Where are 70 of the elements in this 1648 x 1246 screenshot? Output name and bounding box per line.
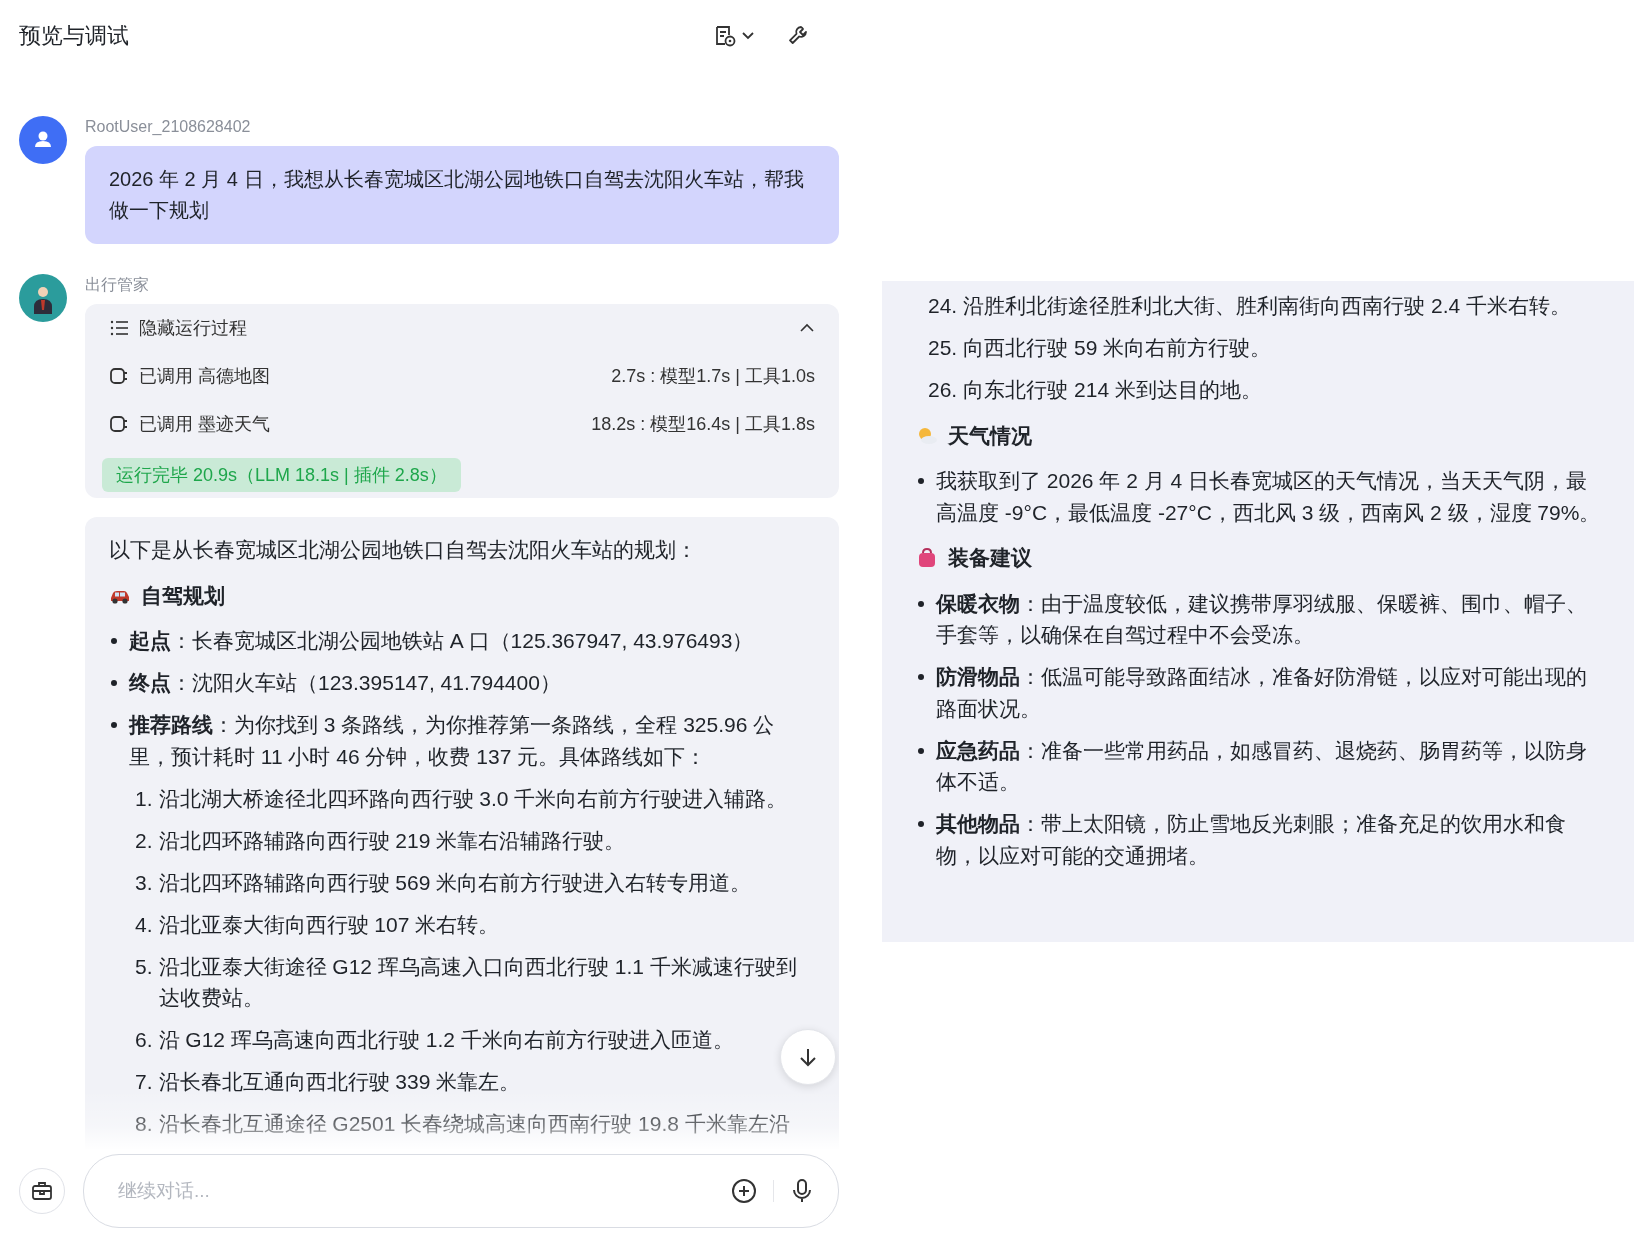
plug-icon — [109, 414, 129, 434]
bullet-dot — [918, 478, 924, 484]
step-text: 沿北四环路辅路向西行驶 219 米靠右沿辅路行驶。 — [158, 827, 626, 854]
chevron-up-icon[interactable] — [799, 322, 815, 334]
step-text: 向西北行驶 59 米向右前方行驶。 — [963, 335, 1272, 361]
process-toggle[interactable]: 隐藏运行过程 — [109, 316, 789, 340]
add-button[interactable] — [731, 1178, 757, 1204]
step-text: 沿北亚泰大街途径 G12 珲乌高速入口向西北行驶 1.1 千米减速行驶到达收费站。 — [158, 953, 798, 1011]
step-text: 沿北湖大桥途径北四环路向西行驶 3.0 千米向右前方行驶进入辅路。 — [158, 785, 788, 812]
run-summary: 运行完毕 20.9s（LLM 18.1s | 插件 2.8s） — [102, 458, 461, 492]
microphone-button[interactable] — [790, 1178, 814, 1204]
bullet-dot — [918, 747, 924, 754]
list-icon — [109, 318, 129, 338]
step-number: 7. — [135, 1069, 153, 1095]
arrow-down-icon — [797, 1046, 819, 1068]
step-number: 25. — [928, 335, 958, 361]
tool-call-timing: 2.7s : 模型1.7s | 工具1.0s — [611, 365, 815, 388]
section-heading: 装备建议 — [948, 545, 1032, 571]
step-text: 沿 G12 珲乌高速向西北行驶 1.2 千米向右前方行驶进入匝道。 — [158, 1027, 734, 1053]
microphone-icon — [790, 1178, 814, 1204]
bullet-text: 其他物品：带上太阳镜，防止雪地反光刺眼；准备充足的饮用水和食物，以应对可能的交通拥堵。 — [936, 811, 1567, 869]
sun-cloud-icon — [916, 425, 938, 446]
page-title: 预览与调试 — [19, 22, 129, 50]
step-text: 沿长春北互通向西北行驶 339 米靠左。 — [158, 1069, 521, 1095]
plug-icon — [109, 366, 129, 386]
step-text: 沿胜利北街途径胜利北大街、胜利南街向西南行驶 2.4 千米右转。 — [963, 293, 1572, 319]
bullet-text: 防滑物品：低温可能导致路面结冰，准备好防滑链，以应对可能出现的路面状况。 — [936, 664, 1588, 722]
form-gear-icon — [713, 24, 737, 48]
bullet-dot — [918, 821, 924, 827]
toolbox-icon — [30, 1179, 54, 1203]
section-heading: 自驾规划 — [141, 582, 225, 609]
intro-text: 以下是从长春宽城区北湖公园地铁口自驾去沈阳火车站的规划： — [109, 537, 698, 563]
message-input[interactable]: 继续对话... — [116, 1179, 715, 1203]
user-name: RootUser_2108628402 — [85, 117, 251, 137]
bullet-text: 终点：沈阳火车站（123.395147, 41.794400） — [129, 670, 561, 696]
step-number: 6. — [135, 1027, 153, 1053]
step-text: 向东北行驶 214 米到达目的地。 — [963, 377, 1262, 403]
step-number: 8. — [135, 1111, 153, 1137]
bullet-text: 应急药品：准备一些常用药品，如感冒药、退烧药、肠胃药等，以防身体不适。 — [936, 737, 1588, 795]
composer-field[interactable]: 继续对话... — [83, 1154, 839, 1228]
bullet-text: 我获取到了 2026 年 2 月 4 日长春宽城区的天气情况，当天天气阴，最高温度 -9°C，最低温度 -27°C，西北风 3 级，西南风 2 级，湿度 79%。 — [936, 468, 1602, 526]
bullet-text: 保暖衣物：由于温度较低，建议携带厚羽绒服、保暖裤、围巾、帽子、手套等，以确保在自驾过程中不会受冻。 — [936, 590, 1588, 648]
bot-avatar — [19, 274, 67, 322]
backpack-icon — [916, 547, 938, 569]
step-text: 沿北亚泰大街向西行驶 107 米右转。 — [158, 911, 500, 938]
user-message: 2026 年 2 月 4 日，我想从长春宽城区北湖公园地铁口自驾去沈阳火车站，帮我做一下规划 — [85, 146, 839, 244]
tool-call-timing: 18.2s : 模型16.4s | 工具1.8s — [591, 413, 815, 436]
bullet-dot — [918, 674, 924, 680]
tool-call-label: 已调用 高德地图 — [139, 365, 271, 388]
section-heading: 天气情况 — [948, 422, 1032, 449]
step-number: 1. — [135, 785, 153, 812]
toolbox-button[interactable] — [19, 1168, 65, 1214]
bullet-dot — [111, 722, 117, 728]
bot-name: 出行管家 — [85, 275, 149, 295]
step-text: 沿长春北互通途径 G2501 长春绕城高速向西南行驶 19.8 千米靠左沿 — [158, 1111, 790, 1137]
step-number: 26. — [928, 377, 958, 403]
plus-circle-icon — [731, 1178, 757, 1204]
bullet-dot — [111, 638, 117, 644]
step-number: 4. — [135, 911, 153, 938]
step-number: 5. — [135, 953, 153, 980]
bullet-dot — [111, 680, 117, 686]
bullet-dot — [918, 600, 924, 607]
step-number: 24. — [928, 293, 958, 319]
tool-call-label: 已调用 墨迹天气 — [139, 413, 271, 436]
bullet-text: 推荐路线：为你找到 3 条路线，为你推荐第一条路线，全程 325.96 公里，预计耗时 11 小时 46 分钟，收费 137 元。具体路线如下： — [129, 712, 776, 770]
user-avatar — [19, 116, 67, 164]
bullet-text: 起点：长春宽城区北湖公园地铁站 A 口（125.367947, 43.976493） — [129, 628, 754, 654]
step-number: 3. — [135, 869, 153, 896]
step-number: 2. — [135, 827, 153, 854]
step-text: 沿北四环路辅路向西行驶 569 米向右前方行驶进入右转专用道。 — [158, 869, 752, 896]
